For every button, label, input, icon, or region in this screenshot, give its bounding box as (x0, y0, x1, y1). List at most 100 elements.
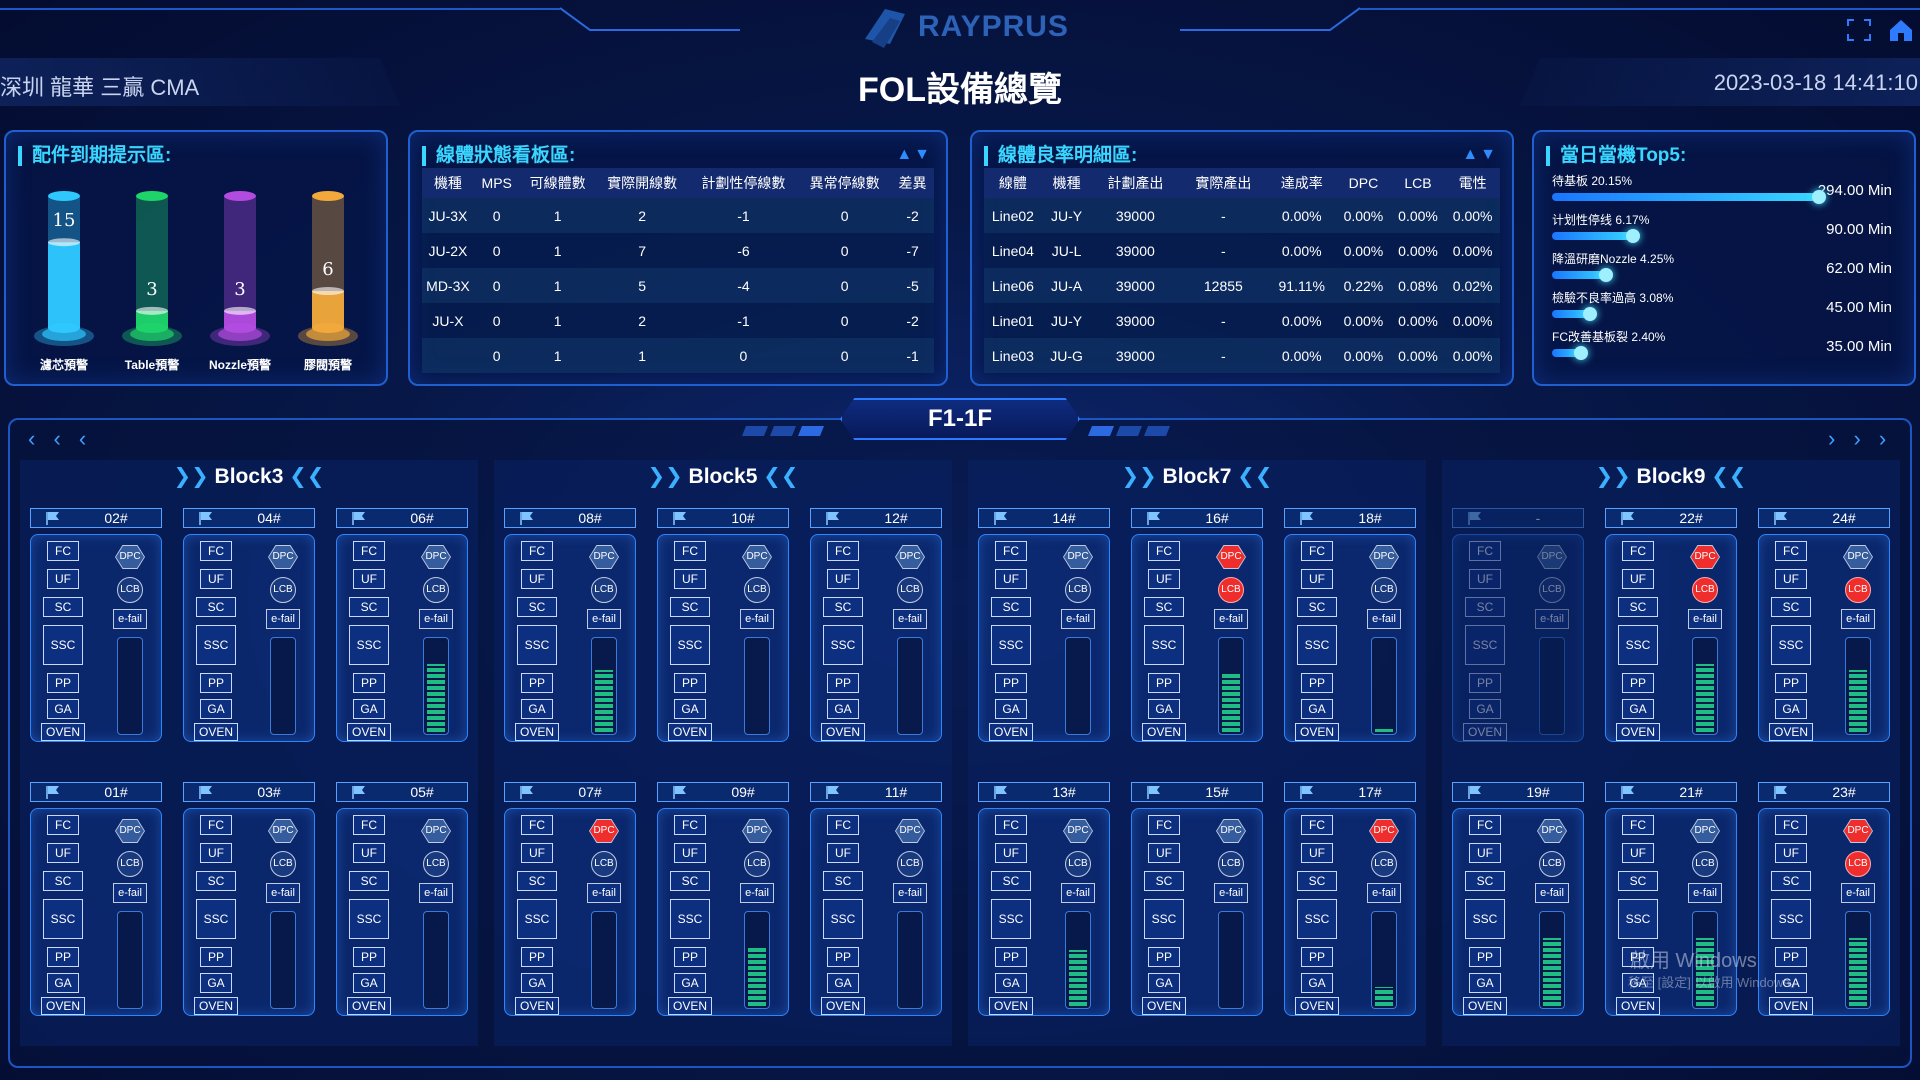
block-title[interactable]: ❯❯ Block9 ❮❮ (1442, 464, 1900, 489)
yield-table-col-header: 達成率 (1267, 168, 1337, 198)
yield-table-col-header: DPC (1336, 168, 1391, 198)
nav-next-arrows[interactable]: › › › (1828, 426, 1892, 452)
status-table-row[interactable]: MD-3X 0 1 5 -4 0 -5 (422, 268, 934, 303)
station-pp: PP (827, 947, 859, 967)
block-title[interactable]: ❯❯ Block7 ❮❮ (968, 464, 1426, 489)
status-table-cell: -6 (688, 233, 799, 268)
machine-card[interactable]: 06# FC UF SC SSC PP GA OVEN DPC LCB e-fail (336, 508, 468, 742)
machine-card[interactable]: 01# FC UF SC SSC PP GA OVEN DPC LCB e-fail (30, 782, 162, 1016)
yield-table-cell: 0.00% (1390, 303, 1446, 338)
block-title[interactable]: ❯❯ Block5 ❮❮ (494, 464, 952, 489)
status-table-row[interactable]: JU-3X 0 1 2 -1 0 -2 (422, 198, 934, 233)
machine-body: FC UF SC SSC PP GA OVEN DPC LCB e-fail (504, 534, 636, 742)
level-tank (897, 637, 923, 735)
machine-card[interactable]: 11# FC UF SC SSC PP GA OVEN DPC LCB e-fail (810, 782, 942, 1016)
part-cylinder[interactable]: 15 (34, 188, 94, 348)
station-ga: GA (1301, 699, 1333, 719)
machine-card[interactable]: 16# FC UF SC SSC PP GA OVEN DPC LCB e-fail (1131, 508, 1263, 742)
efail-indicator: e-fail (1688, 883, 1722, 903)
yield-table-row[interactable]: Line03 JU-G 39000-0.00% 0.00% 0.00% 0.00% (984, 338, 1500, 373)
station-pp: PP (1469, 673, 1501, 693)
station-ga: GA (1469, 973, 1501, 993)
station-uf: UF (827, 843, 859, 863)
station-pp: PP (995, 947, 1027, 967)
machine-card[interactable]: 10# FC UF SC SSC PP GA OVEN DPC LCB e-fail (657, 508, 789, 742)
yield-table-row[interactable]: Line04 JU-L 39000-0.00% 0.00% 0.00% 0.00% (984, 233, 1500, 268)
machine-number: 03# (257, 784, 281, 800)
efail-indicator: e-fail (1535, 609, 1569, 629)
station-fc: FC (521, 541, 553, 561)
machine-card[interactable]: 22# FC UF SC SSC PP GA OVEN DPC LCB e-fail (1605, 508, 1737, 742)
yield-table-row[interactable]: Line06 JU-A 39000 12855 91.11% 0.22% 0.08% 0.02… (984, 268, 1500, 303)
yield-table-cell: Line04 (984, 233, 1042, 268)
efail-indicator: e-fail (419, 609, 453, 629)
flag-icon (46, 512, 59, 525)
machine-number: 16# (1205, 510, 1229, 526)
home-icon[interactable] (1888, 18, 1914, 42)
status-table-row[interactable]: 0 1 1 0 0 -1 (422, 338, 934, 373)
part-cylinder[interactable]: 6 (298, 188, 358, 348)
fullscreen-icon[interactable] (1846, 18, 1872, 42)
status-table-row[interactable]: JU-X 0 1 2 -1 0 -2 (422, 303, 934, 338)
yield-table-row[interactable]: Line02 JU-Y 39000-0.00% 0.00% 0.00% 0.00% (984, 198, 1500, 233)
lcb-indicator: LCB (1539, 851, 1565, 877)
yield-table-row[interactable]: Line01 JU-Y 39000-0.00% 0.00% 0.00% 0.00% (984, 303, 1500, 338)
machine-number: 19# (1526, 784, 1550, 800)
efail-indicator: e-fail (740, 883, 774, 903)
machine-card[interactable]: 24# FC UF SC SSC PP GA OVEN DPC LCB e-fail (1758, 508, 1890, 742)
lcb-indicator: LCB (1692, 577, 1718, 603)
machine-card[interactable]: 15# FC UF SC SSC PP GA OVEN DPC LCB e-fail (1131, 782, 1263, 1016)
machine-card[interactable]: - FC UF SC SSC PP GA OVEN DPC LCB e-fail (1452, 508, 1584, 742)
machine-card[interactable]: 03# FC UF SC SSC PP GA OVEN DPC LCB e-fail (183, 782, 315, 1016)
machine-card[interactable]: 13# FC UF SC SSC PP GA OVEN DPC LCB e-fail (978, 782, 1110, 1016)
station-pp: PP (200, 947, 232, 967)
machine-card[interactable]: 02# FC UF SC SSC PP GA OVEN DPC LCB e-fail (30, 508, 162, 742)
top5-bar-track (1552, 190, 1826, 204)
machine-header: 12# (810, 508, 942, 528)
machine-body: FC UF SC SSC PP GA OVEN DPC LCB e-fail (1284, 808, 1416, 1016)
top5-item-value: 62.00 Min (1826, 260, 1892, 277)
floor-label[interactable]: F1-1F (840, 398, 1080, 440)
yield-table-cell: 0.00% (1267, 303, 1337, 338)
machine-body: FC UF SC SSC PP GA OVEN DPC LCB e-fail (1131, 808, 1263, 1016)
lcb-indicator: LCB (897, 577, 923, 603)
station-ga: GA (995, 699, 1027, 719)
flag-icon (994, 512, 1007, 525)
status-table-cell: -2 (891, 198, 934, 233)
status-table-row[interactable]: JU-2X 0 1 7 -6 0 -7 (422, 233, 934, 268)
machine-body: FC UF SC SSC PP GA OVEN DPC LCB e-fail (978, 534, 1110, 742)
machine-card[interactable]: 04# FC UF SC SSC PP GA OVEN DPC LCB e-fail (183, 508, 315, 742)
station-uf: UF (1622, 843, 1654, 863)
machine-card[interactable]: 14# FC UF SC SSC PP GA OVEN DPC LCB e-fail (978, 508, 1110, 742)
lcb-indicator: LCB (423, 851, 449, 877)
yield-sort-arrows[interactable]: ▲▼ (1462, 146, 1498, 164)
station-ssc: SSC (1144, 625, 1184, 665)
machine-card[interactable]: 19# FC UF SC SSC PP GA OVEN DPC LCB e-fail (1452, 782, 1584, 1016)
station-sc: SC (1618, 871, 1658, 891)
yield-table-cell: 0.00% (1336, 303, 1391, 338)
chevron-right-icon: ❯❯ (647, 465, 683, 488)
machine-card[interactable]: 09# FC UF SC SSC PP GA OVEN DPC LCB e-fail (657, 782, 789, 1016)
station-sc: SC (991, 597, 1031, 617)
yield-table-cell: 39000 (1091, 233, 1180, 268)
nav-prev-arrows[interactable]: ‹ ‹ ‹ (28, 426, 92, 452)
yield-table-cell: 0.02% (1445, 268, 1500, 303)
station-ga: GA (200, 699, 232, 719)
block-title[interactable]: ❯❯ Block3 ❮❮ (20, 464, 478, 489)
station-pp: PP (1148, 673, 1180, 693)
level-tank (1539, 637, 1565, 735)
machine-card[interactable]: 08# FC UF SC SSC PP GA OVEN DPC LCB e-fail (504, 508, 636, 742)
machine-card[interactable]: 17# FC UF SC SSC PP GA OVEN DPC LCB e-fail (1284, 782, 1416, 1016)
logo: RAYPRUS (860, 4, 1069, 50)
part-cylinder[interactable]: 3 (122, 188, 182, 348)
status-panel-title: 線體狀態看板區: (422, 146, 575, 166)
machine-card[interactable]: 05# FC UF SC SSC PP GA OVEN DPC LCB e-fail (336, 782, 468, 1016)
machine-card[interactable]: 07# FC UF SC SSC PP GA OVEN DPC LCB e-fail (504, 782, 636, 1016)
status-sort-arrows[interactable]: ▲▼ (896, 146, 932, 164)
part-cylinder[interactable]: 3 (210, 188, 270, 348)
station-sc: SC (43, 871, 83, 891)
machine-card[interactable]: 12# FC UF SC SSC PP GA OVEN DPC LCB e-fail (810, 508, 942, 742)
machine-card[interactable]: 18# FC UF SC SSC PP GA OVEN DPC LCB e-fail (1284, 508, 1416, 742)
station-pp: PP (1301, 947, 1333, 967)
yield-table-cell: JU-L (1041, 233, 1092, 268)
